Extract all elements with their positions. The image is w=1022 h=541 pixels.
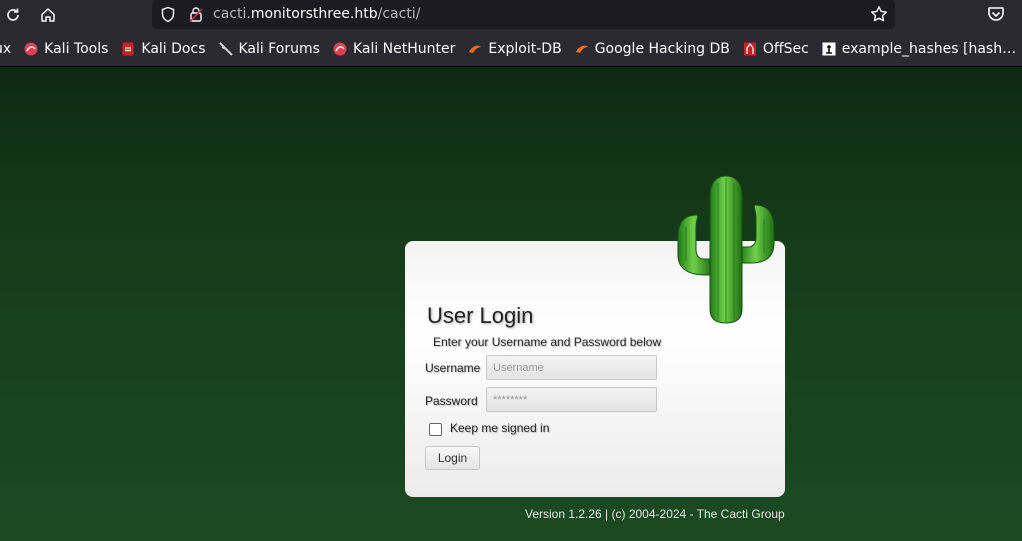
bookmark-item[interactable]: Exploit-DB	[468, 41, 562, 57]
bookmark-label: Kali Forums	[238, 41, 320, 57]
insecure-lock-icon[interactable]	[188, 6, 204, 27]
kali-forums-icon	[218, 42, 233, 56]
bookmark-item[interactable]: Kali Docs	[121, 41, 206, 57]
exploitdb-icon	[575, 42, 589, 56]
bookmark-label: Kali NetHunter	[352, 41, 456, 57]
login-subtitle: Enter your Username and Password below	[433, 335, 662, 349]
browser-toolbar: cacti.monitorsthree.htb/cacti/	[0, 0, 1022, 31]
username-input[interactable]	[486, 355, 657, 380]
offsec-icon	[743, 42, 757, 56]
bookmark-item[interactable]: OffSec	[743, 41, 809, 57]
bookmark-item[interactable]: Kali NetHunter	[333, 41, 455, 57]
url-text[interactable]: cacti.monitorsthree.htb/cacti/	[213, 6, 420, 22]
bookmark-label: Google Hacking DB	[594, 41, 730, 57]
bookmark-label: Exploit-DB	[488, 41, 562, 57]
bookmark-item[interactable]: ux	[0, 41, 11, 57]
pocket-icon[interactable]	[986, 4, 1006, 28]
bookmark-label: OffSec	[762, 41, 809, 57]
password-label: Password	[425, 394, 478, 408]
home-icon[interactable]	[36, 3, 60, 27]
username-label: Username	[425, 361, 481, 375]
address-bar[interactable]: cacti.monitorsthree.htb/cacti/	[152, 0, 895, 29]
bookmark-label: Kali Docs	[141, 41, 206, 57]
keep-signed-in-label[interactable]: Keep me signed in	[450, 421, 549, 435]
login-title: User Login	[427, 303, 534, 328]
bookmark-item[interactable]: example_hashes [hash…	[822, 41, 1016, 57]
cacti-page: User Login Enter your Username and Passw…	[0, 67, 1022, 541]
version-footer: Version 1.2.26 | (c) 2004-2024 - The Cac…	[525, 507, 785, 521]
login-button[interactable]: Login	[425, 446, 480, 470]
shield-icon[interactable]	[160, 6, 176, 27]
reload-icon[interactable]	[1, 3, 25, 27]
kali-dragon-icon	[24, 42, 38, 56]
bookmark-label: ux	[0, 41, 12, 57]
url-host: monitorsthree.htb	[250, 6, 378, 22]
bookmark-label: Kali Tools	[44, 41, 109, 57]
bookmark-star-icon[interactable]	[870, 5, 888, 27]
exploitdb-icon	[468, 42, 482, 56]
bookmark-item[interactable]: Kali Tools	[24, 41, 108, 57]
bookmarks-bar: ux Kali Tools Kali Docs Kali Forums Kali Net…	[0, 31, 1022, 67]
kali-dragon-icon	[333, 42, 347, 56]
url-prefix: cacti.	[213, 6, 251, 22]
bookmarks-list: ux Kali Tools Kali Docs Kali Forums Kali Net…	[0, 31, 1022, 66]
cacti-logo-icon	[677, 175, 775, 324]
hashcat-icon	[822, 42, 836, 56]
bookmark-item[interactable]: Google Hacking DB	[575, 41, 730, 57]
bookmark-item[interactable]: Kali Forums	[218, 41, 320, 57]
bookmark-label: example_hashes [hash…	[841, 41, 1017, 57]
password-input[interactable]	[486, 387, 657, 412]
url-path: /cacti/	[377, 6, 421, 22]
kali-docs-icon	[121, 42, 135, 56]
keep-signed-in-checkbox[interactable]	[429, 423, 442, 436]
